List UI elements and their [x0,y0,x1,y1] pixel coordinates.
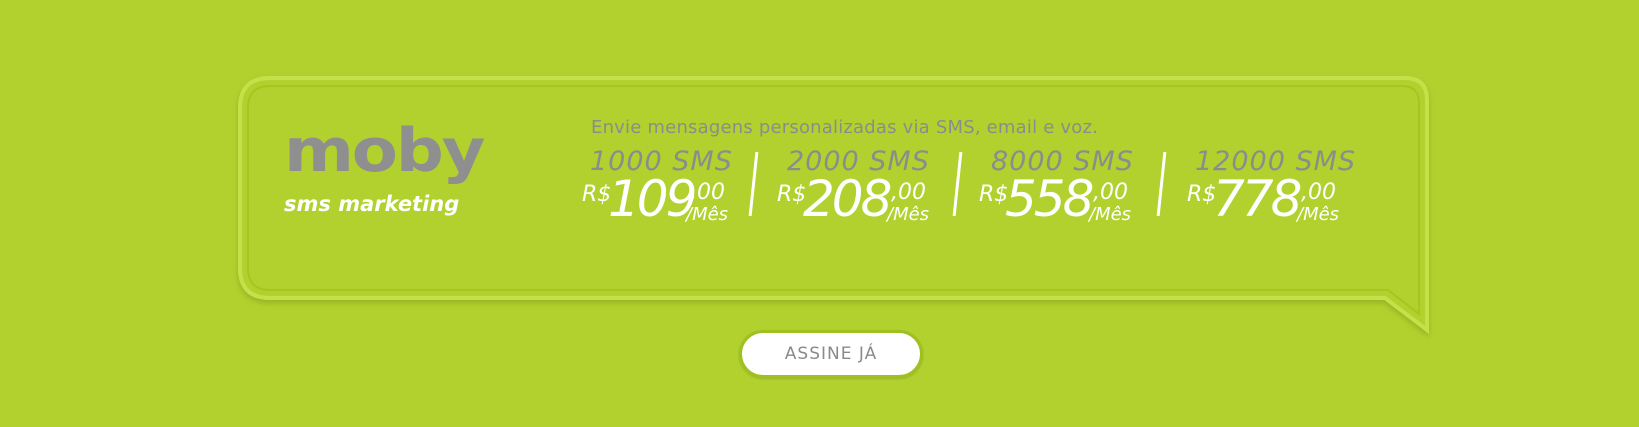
plan-2000-sms: 2000 SMS R$ 208 ,00 /Mês [777,146,937,246]
price-cents: ,00 [891,180,926,205]
subscribe-button[interactable]: ASSINE JÁ [739,330,923,378]
price-cents: ,00 [1093,180,1128,205]
price-period: /Mês [686,204,729,225]
headline: Envie mensagens personalizadas via SMS, … [591,117,1099,138]
plan-divider [952,152,963,216]
price-period: /Mês [887,204,930,225]
currency-symbol: R$ [979,182,1009,207]
price-cents: ,00 [1301,180,1336,205]
currency-symbol: R$ [582,182,612,207]
price-period: /Mês [1089,204,1132,225]
sms-banner: moby sms marketing Envie mensagens perso… [0,0,1639,427]
logo-wordmark: moby [284,116,485,186]
price-amount: 558 [1005,170,1094,228]
plan-divider [1156,152,1167,216]
currency-symbol: R$ [777,182,807,207]
moby-logo: moby sms marketing [284,116,504,240]
price-amount: 109 [608,170,697,228]
price-cents: ,00 [690,180,725,205]
plan-12000-sms: 12000 SMS R$ 778 ,00 /Mês [1187,146,1367,246]
logo-tagline: sms marketing [284,192,460,216]
price-amount: 778 [1213,170,1302,228]
currency-symbol: R$ [1187,182,1217,207]
subscribe-button-label: ASSINE JÁ [784,344,878,364]
price-period: /Mês [1297,204,1340,225]
plan-1000-sms: 1000 SMS R$ 109 ,00 /Mês [582,146,742,246]
price-amount: 208 [803,170,892,228]
plan-divider [748,152,759,216]
plan-8000-sms: 8000 SMS R$ 558 ,00 /Mês [979,146,1139,246]
